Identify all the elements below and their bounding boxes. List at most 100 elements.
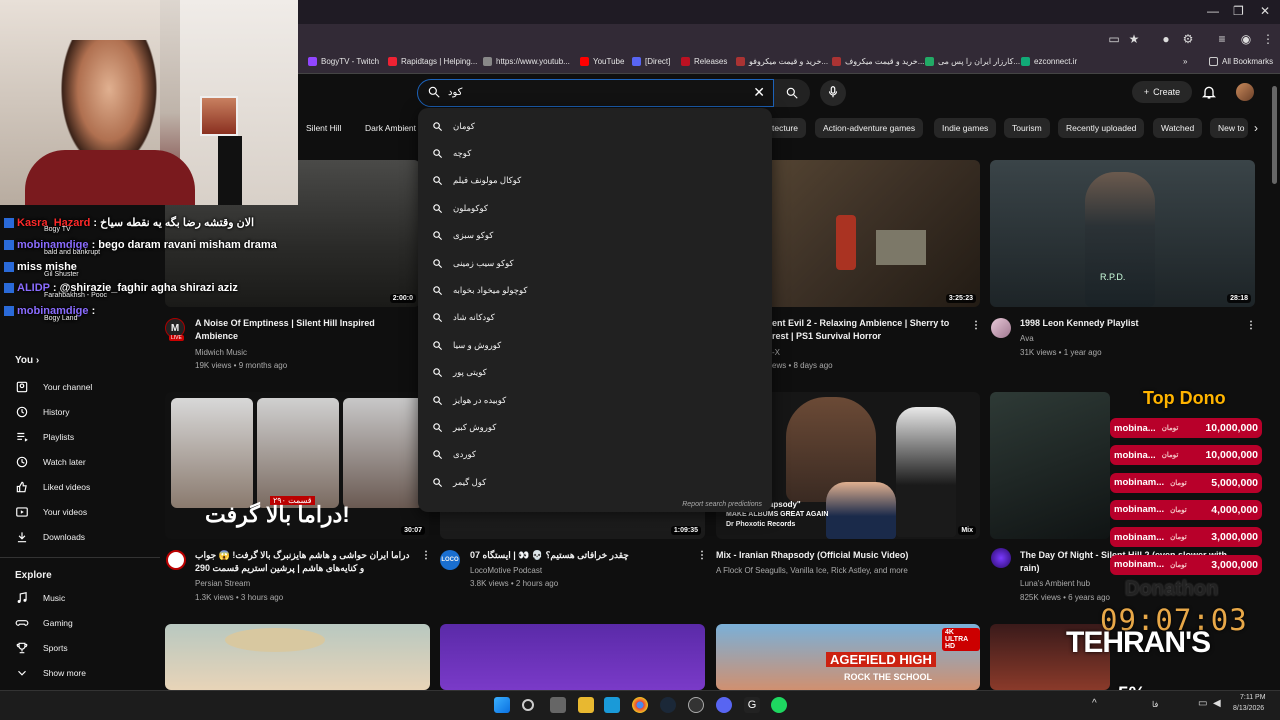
network-icon[interactable]: ▭ [1198, 698, 1207, 709]
chip-watched[interactable]: Watched [1153, 118, 1203, 138]
search-suggestion[interactable]: کوکو سیب زمینی [432, 255, 514, 271]
voice-search-button[interactable] [820, 80, 846, 106]
start-button-icon[interactable] [494, 697, 510, 713]
cast-icon[interactable]: ▭ [1106, 31, 1122, 47]
more-options-icon[interactable]: ⋮ [697, 550, 707, 561]
search-suggestion[interactable]: کوکال مولونف فیلم [432, 173, 521, 189]
chip-silent-hill[interactable]: Silent Hill [298, 118, 349, 138]
bookmark-item[interactable]: ezconnect.ir [1021, 57, 1077, 66]
sidebar-item-history[interactable]: History [15, 404, 69, 420]
profile-icon[interactable]: ◉ [1238, 31, 1254, 47]
video-channel[interactable]: -X [772, 348, 780, 357]
extension-icon[interactable]: ● [1158, 31, 1174, 47]
search-suggestion[interactable]: کویتی پور [432, 365, 487, 381]
video-thumbnail[interactable]: R.P.D. 28:18 [990, 160, 1255, 307]
volume-icon[interactable]: ◀ [1213, 698, 1221, 709]
video-channel[interactable]: A Flock Of Seagulls, Vanilla Ice, Rick A… [716, 566, 908, 575]
video-title[interactable]: 1998 Leon Kennedy Playlist [1020, 317, 1240, 330]
sidebar-item-music[interactable]: Music [15, 590, 65, 606]
menu-dots-icon[interactable]: ⋮ [1260, 31, 1276, 47]
puzzle-icon[interactable]: ⚙ [1180, 31, 1196, 47]
search-suggestion[interactable]: کوبیده در هوایز [432, 392, 506, 408]
sidebar-item-show-more[interactable]: Show more [15, 665, 86, 681]
search-suggestion[interactable]: کوکوملون [432, 200, 488, 216]
video-thumbnail[interactable] [440, 624, 705, 690]
page-scrollbar[interactable] [1272, 86, 1277, 184]
task-view-icon[interactable] [550, 697, 566, 713]
account-avatar[interactable] [1236, 83, 1254, 101]
bookmark-item[interactable]: خرید و قیمت میکروفو... [736, 57, 828, 66]
chip-dark-ambient[interactable]: Dark Ambient [357, 118, 424, 138]
sidebar-item-gaming[interactable]: Gaming [15, 615, 73, 631]
video-thumbnail[interactable]: قسمت ۲۹۰ دراما بالا گرفت! 30:07 [165, 392, 429, 539]
search-input[interactable]: کود ✕ [417, 79, 774, 107]
chip-action-adventure[interactable]: Action-adventure games [815, 118, 924, 138]
video-title[interactable]: دراما ایران حواشی و هاشم هایزنبرگ بالا گ… [195, 549, 410, 575]
search-suggestion[interactable]: کوروش کبیر [432, 419, 496, 435]
more-options-icon[interactable]: ⋮ [971, 320, 981, 331]
close-window-icon[interactable]: ✕ [1260, 4, 1270, 18]
media-icon[interactable]: ≡ [1214, 31, 1230, 47]
search-taskbar-icon[interactable] [522, 699, 534, 711]
search-suggestion[interactable]: کوروش و سیا [432, 337, 501, 353]
video-channel[interactable]: LocoMotive Podcast [470, 566, 542, 575]
maximize-icon[interactable]: ❐ [1233, 4, 1244, 18]
channel-avatar[interactable]: LOCO [440, 550, 460, 570]
obs-icon[interactable] [688, 697, 704, 713]
video-channel[interactable]: Luna's Ambient hub [1020, 579, 1090, 588]
search-suggestion[interactable]: کوکو سبزی [432, 228, 493, 244]
clock-date[interactable]: 8/13/2026 [1233, 705, 1264, 712]
channel-avatar[interactable] [166, 550, 186, 570]
sidebar-item-your-videos[interactable]: Your videos [15, 504, 87, 520]
bookmark-item[interactable]: YouTube [580, 57, 624, 66]
all-bookmarks[interactable]: All Bookmarks [1209, 57, 1273, 66]
search-suggestion[interactable]: کوردی [432, 447, 476, 463]
tray-chevron-icon[interactable]: ^ [1092, 698, 1097, 709]
language-indicator[interactable]: فا [1152, 700, 1158, 709]
chips-next-icon[interactable]: › [1254, 121, 1258, 135]
bookmark-item[interactable]: کارزار ایران را پس می... [925, 57, 1020, 66]
more-options-icon[interactable]: ⋮ [421, 550, 431, 561]
chip-recently-uploaded[interactable]: Recently uploaded [1058, 118, 1145, 138]
clear-search-icon[interactable]: ✕ [753, 84, 765, 101]
sidebar-item-sports[interactable]: Sports [15, 640, 68, 656]
search-suggestion[interactable]: کوچه [432, 145, 471, 161]
sidebar-item-your-channel[interactable]: Your channel [15, 379, 92, 395]
video-thumbnail[interactable] [165, 624, 430, 690]
search-button[interactable] [774, 79, 810, 107]
video-title[interactable]: Mix - Iranian Rhapsody (Official Music V… [716, 549, 946, 562]
chip-indie-games[interactable]: Indie games [934, 118, 997, 138]
notifications-bell-icon[interactable] [1201, 84, 1217, 100]
discord-icon[interactable] [716, 697, 732, 713]
bookmark-item[interactable]: خرید و قیمت میکروف... [832, 57, 924, 66]
bookmark-item[interactable]: Releases [681, 57, 727, 66]
chrome-icon[interactable] [632, 697, 648, 713]
clock-time[interactable]: 7:11 PM [1240, 694, 1266, 701]
sidebar-you-heading[interactable]: You › [15, 355, 39, 366]
video-thumbnail[interactable] [990, 392, 1110, 539]
steam-icon[interactable] [660, 697, 676, 713]
bookmark-item[interactable]: BogyTV - Twitch [308, 57, 379, 66]
sidebar-item-liked-videos[interactable]: Liked videos [15, 479, 90, 495]
sidebar-item-playlists[interactable]: Playlists [15, 429, 74, 445]
more-options-icon[interactable]: ⋮ [1246, 320, 1256, 331]
video-channel[interactable]: Midwich Music [195, 348, 247, 357]
app-icon[interactable] [604, 697, 620, 713]
search-suggestion[interactable]: کول گیمر [432, 474, 486, 490]
spotify-icon[interactable] [771, 697, 787, 713]
bookmark-item[interactable]: https://www.youtub... [483, 57, 570, 66]
gmail-like-icon[interactable]: G [744, 697, 760, 713]
video-title[interactable]: A Noise Of Emptiness | Silent Hill Inspi… [195, 317, 415, 343]
video-thumbnail[interactable]: 4K ULTRA HD AGEFIELD HIGH ROCK THE SCHOO… [716, 624, 980, 690]
sidebar-item-downloads[interactable]: Downloads [15, 529, 85, 545]
report-search-predictions-link[interactable]: Report search predictions [682, 501, 762, 508]
channel-avatar[interactable] [991, 548, 1011, 568]
video-channel[interactable]: Persian Stream [195, 579, 250, 588]
chip-new-to-you[interactable]: New to [1210, 118, 1248, 138]
create-button[interactable]: + Create [1132, 81, 1192, 103]
minimize-icon[interactable]: — [1207, 4, 1219, 18]
file-explorer-icon[interactable] [578, 697, 594, 713]
sidebar-item-watch-later[interactable]: Watch later [15, 454, 86, 470]
chip-tourism[interactable]: Tourism [1004, 118, 1050, 138]
search-suggestion[interactable]: کومان [432, 118, 475, 134]
